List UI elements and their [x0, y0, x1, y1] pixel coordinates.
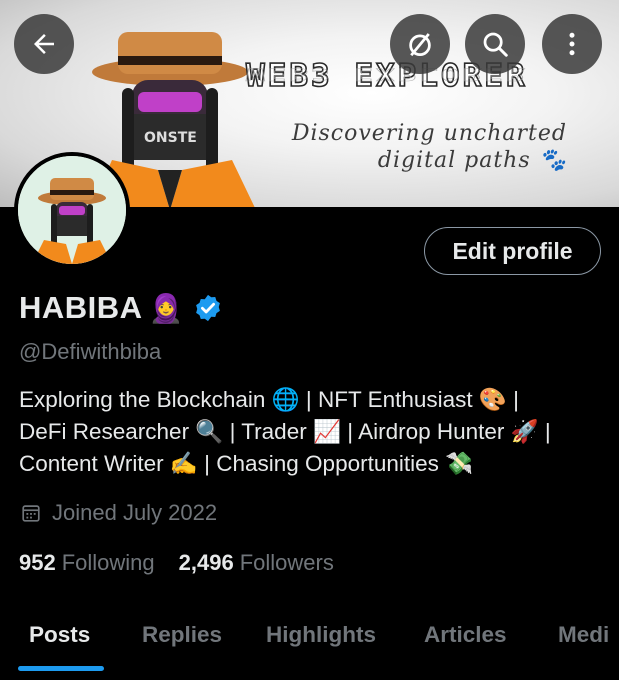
- tab-articles[interactable]: Articles: [424, 622, 507, 648]
- tab-replies[interactable]: Replies: [142, 622, 222, 648]
- bio-line: DeFi Researcher 🔍 | Trader 📈 | Airdrop H…: [19, 419, 551, 444]
- following-label: Following: [61, 550, 155, 575]
- followers-label: Followers: [239, 550, 334, 575]
- back-button[interactable]: [14, 14, 74, 74]
- followers-count: 2,496: [178, 550, 234, 575]
- avatar[interactable]: [14, 152, 130, 268]
- banner-tagline-line1: Discovering uncharted: [291, 121, 567, 146]
- user-handle: @Defiwithbiba: [19, 339, 162, 364]
- hide-icon: [409, 33, 431, 57]
- bio-line: Exploring the Blockchain 🌐 | NFT Enthusi…: [19, 387, 520, 412]
- verified-badge-icon[interactable]: [193, 293, 223, 323]
- joined-row: Joined July 2022: [20, 500, 217, 526]
- back-arrow-icon: [34, 34, 54, 54]
- search-icon: [483, 32, 508, 57]
- more-icon: [569, 32, 575, 56]
- active-tab-indicator: [18, 666, 104, 671]
- tab-highlights[interactable]: Highlights: [266, 622, 376, 648]
- hide-button[interactable]: [390, 14, 450, 74]
- following-count: 952: [19, 550, 56, 575]
- display-name: HABIBA: [19, 290, 143, 325]
- avatar-image: [18, 156, 126, 264]
- followers-link[interactable]: 2,496 Followers: [179, 550, 334, 576]
- calendar-icon: [22, 505, 40, 522]
- name-row: HABIBA 🧕: [19, 290, 223, 326]
- svg-text:ONSTE: ONSTE: [144, 130, 197, 146]
- tab-posts[interactable]: Posts: [29, 622, 90, 648]
- bio: Exploring the Blockchain 🌐 | NFT Enthusi…: [19, 384, 614, 480]
- name-emoji: 🧕: [148, 292, 184, 324]
- joined-date: Joined July 2022: [52, 500, 218, 525]
- banner-tagline: Discovering uncharted digital paths 🐾: [292, 120, 567, 174]
- banner-tagline-line2: digital paths 🐾: [377, 148, 567, 173]
- bio-line: Content Writer ✍️ | Chasing Opportunitie…: [19, 451, 474, 476]
- tab-media[interactable]: Medi: [558, 622, 609, 648]
- more-button[interactable]: [542, 14, 602, 74]
- search-button[interactable]: [465, 14, 525, 74]
- edit-profile-button[interactable]: Edit profile: [424, 227, 601, 275]
- profile-tabs: Posts Replies Highlights Articles Medi: [0, 600, 619, 680]
- following-link[interactable]: 952 Following: [19, 550, 155, 576]
- follow-stats: 952 Following 2,496 Followers: [19, 550, 334, 576]
